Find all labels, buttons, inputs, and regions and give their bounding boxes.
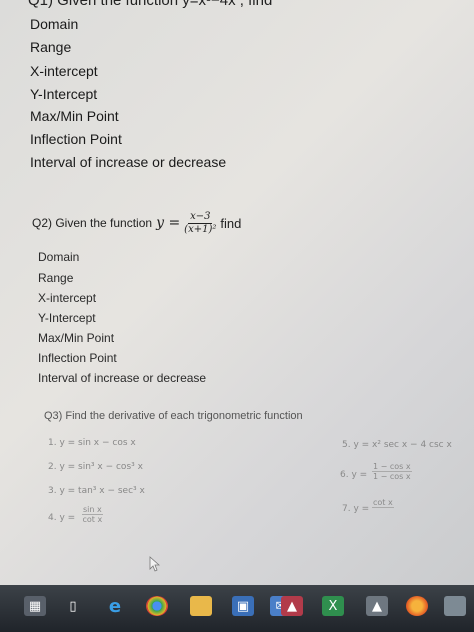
q3-item-2: 2. y = sin³ x − cos³ x — [48, 462, 143, 472]
q2-item-interval: Interval of increase or decrease — [38, 371, 207, 385]
q1-item-max-min: Max/Min Point — [30, 108, 119, 124]
file-explorer-icon[interactable] — [190, 596, 212, 616]
task-view-icon[interactable]: ▯ — [62, 596, 84, 616]
q2-fraction: x−3 (x+1)² — [184, 211, 216, 235]
q3-item-1: 1. y = sin x − cos x — [48, 438, 136, 448]
q2-item-y-intercept: Y-Intercept — [38, 311, 96, 325]
store-icon[interactable]: ▣ — [232, 596, 254, 616]
q1-item-x-intercept: X-intercept — [30, 63, 98, 79]
firefox-icon[interactable] — [406, 596, 428, 616]
chrome-icon[interactable] — [146, 596, 168, 616]
q3-item-4-prefix: 4. y = — [48, 513, 76, 523]
edge-icon[interactable]: e — [104, 596, 126, 617]
q2-item-inflection: Inflection Point — [38, 351, 117, 365]
q2-denominator: (x+1)² — [184, 223, 217, 235]
q3-item-4-numerator: sin x — [82, 505, 103, 515]
q3-item-3: 3. y = tan³ x − sec³ x — [48, 486, 145, 496]
antivirus-icon[interactable]: ▲ — [281, 596, 303, 616]
q1-item-inflection: Inflection Point — [30, 131, 122, 147]
q3-header: Q3) Find the derivative of each trigonom… — [44, 410, 303, 422]
q2-y-eq: y = — [156, 215, 181, 231]
q2-item-max-min: Max/Min Point — [38, 331, 115, 345]
taskbar: ▦ ▯ e ▣ ✉ ▲ X ▲ — [0, 585, 474, 632]
q1-item-domain: Domain — [30, 16, 79, 32]
q3-item-4-fraction: sin x cot x — [82, 505, 103, 524]
q3-item-7-numerator: cot x — [372, 498, 394, 508]
q3-item-5: 5. y = x² sec x − 4 csc x — [342, 440, 452, 450]
q3-item-4-denominator: cot x — [82, 515, 103, 524]
q2-item-range: Range — [38, 271, 74, 285]
q1-header: Q1) Given the function y=x³−4x , find — [28, 0, 273, 9]
photos-icon[interactable]: ▲ — [366, 596, 388, 616]
app-icon[interactable] — [444, 596, 466, 616]
q2-item-x-intercept: X-intercept — [38, 291, 97, 305]
q3-item-7-fraction: cot x — [372, 498, 394, 517]
q3-item-6-prefix: 6. y = — [340, 470, 368, 480]
q2-header: Q2) Given the function y = x−3 (x+1)² fi… — [32, 211, 241, 235]
q3-item-7-prefix: 7. y = — [342, 504, 370, 514]
text-cursor-icon — [149, 556, 160, 572]
q1-item-range: Range — [30, 39, 72, 55]
q3-item-6-denominator: 1 − cos x — [373, 472, 411, 481]
excel-icon[interactable]: X — [322, 596, 344, 616]
q2-suffix: find — [220, 215, 242, 231]
q1-item-y-intercept: Y-Intercept — [30, 86, 98, 102]
q1-item-interval: Interval of increase or decrease — [30, 154, 227, 170]
q2-prefix: Q2) Given the function — [32, 216, 153, 230]
document-photo: Q1) Given the function y=x³−4x , find Do… — [0, 0, 474, 585]
start-icon[interactable]: ▦ — [24, 596, 46, 616]
q2-numerator: x−3 — [188, 211, 213, 224]
q2-item-domain: Domain — [38, 250, 80, 264]
q3-item-6-fraction: 1 − cos x 1 − cos x — [372, 462, 412, 481]
q3-item-6-numerator: 1 − cos x — [372, 462, 412, 472]
